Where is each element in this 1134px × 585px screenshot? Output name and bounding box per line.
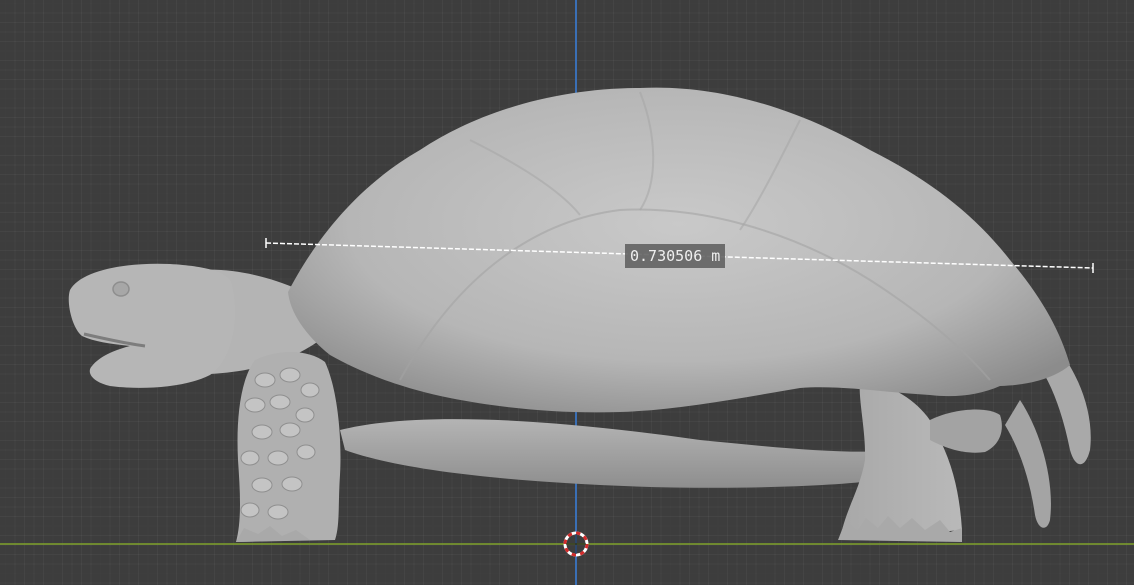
tortoise-plastron [340,419,900,488]
tortoise-eye [112,281,130,297]
tortoise-tail-spike [1005,400,1051,528]
measurement-label: 0.730506 m [625,244,726,268]
viewport-scene [0,0,1134,585]
3d-cursor-icon[interactable] [563,531,589,557]
tortoise-mesh[interactable] [68,87,1091,542]
tortoise-head [68,263,236,388]
3d-viewport[interactable]: 0.730506 m [0,0,1134,585]
